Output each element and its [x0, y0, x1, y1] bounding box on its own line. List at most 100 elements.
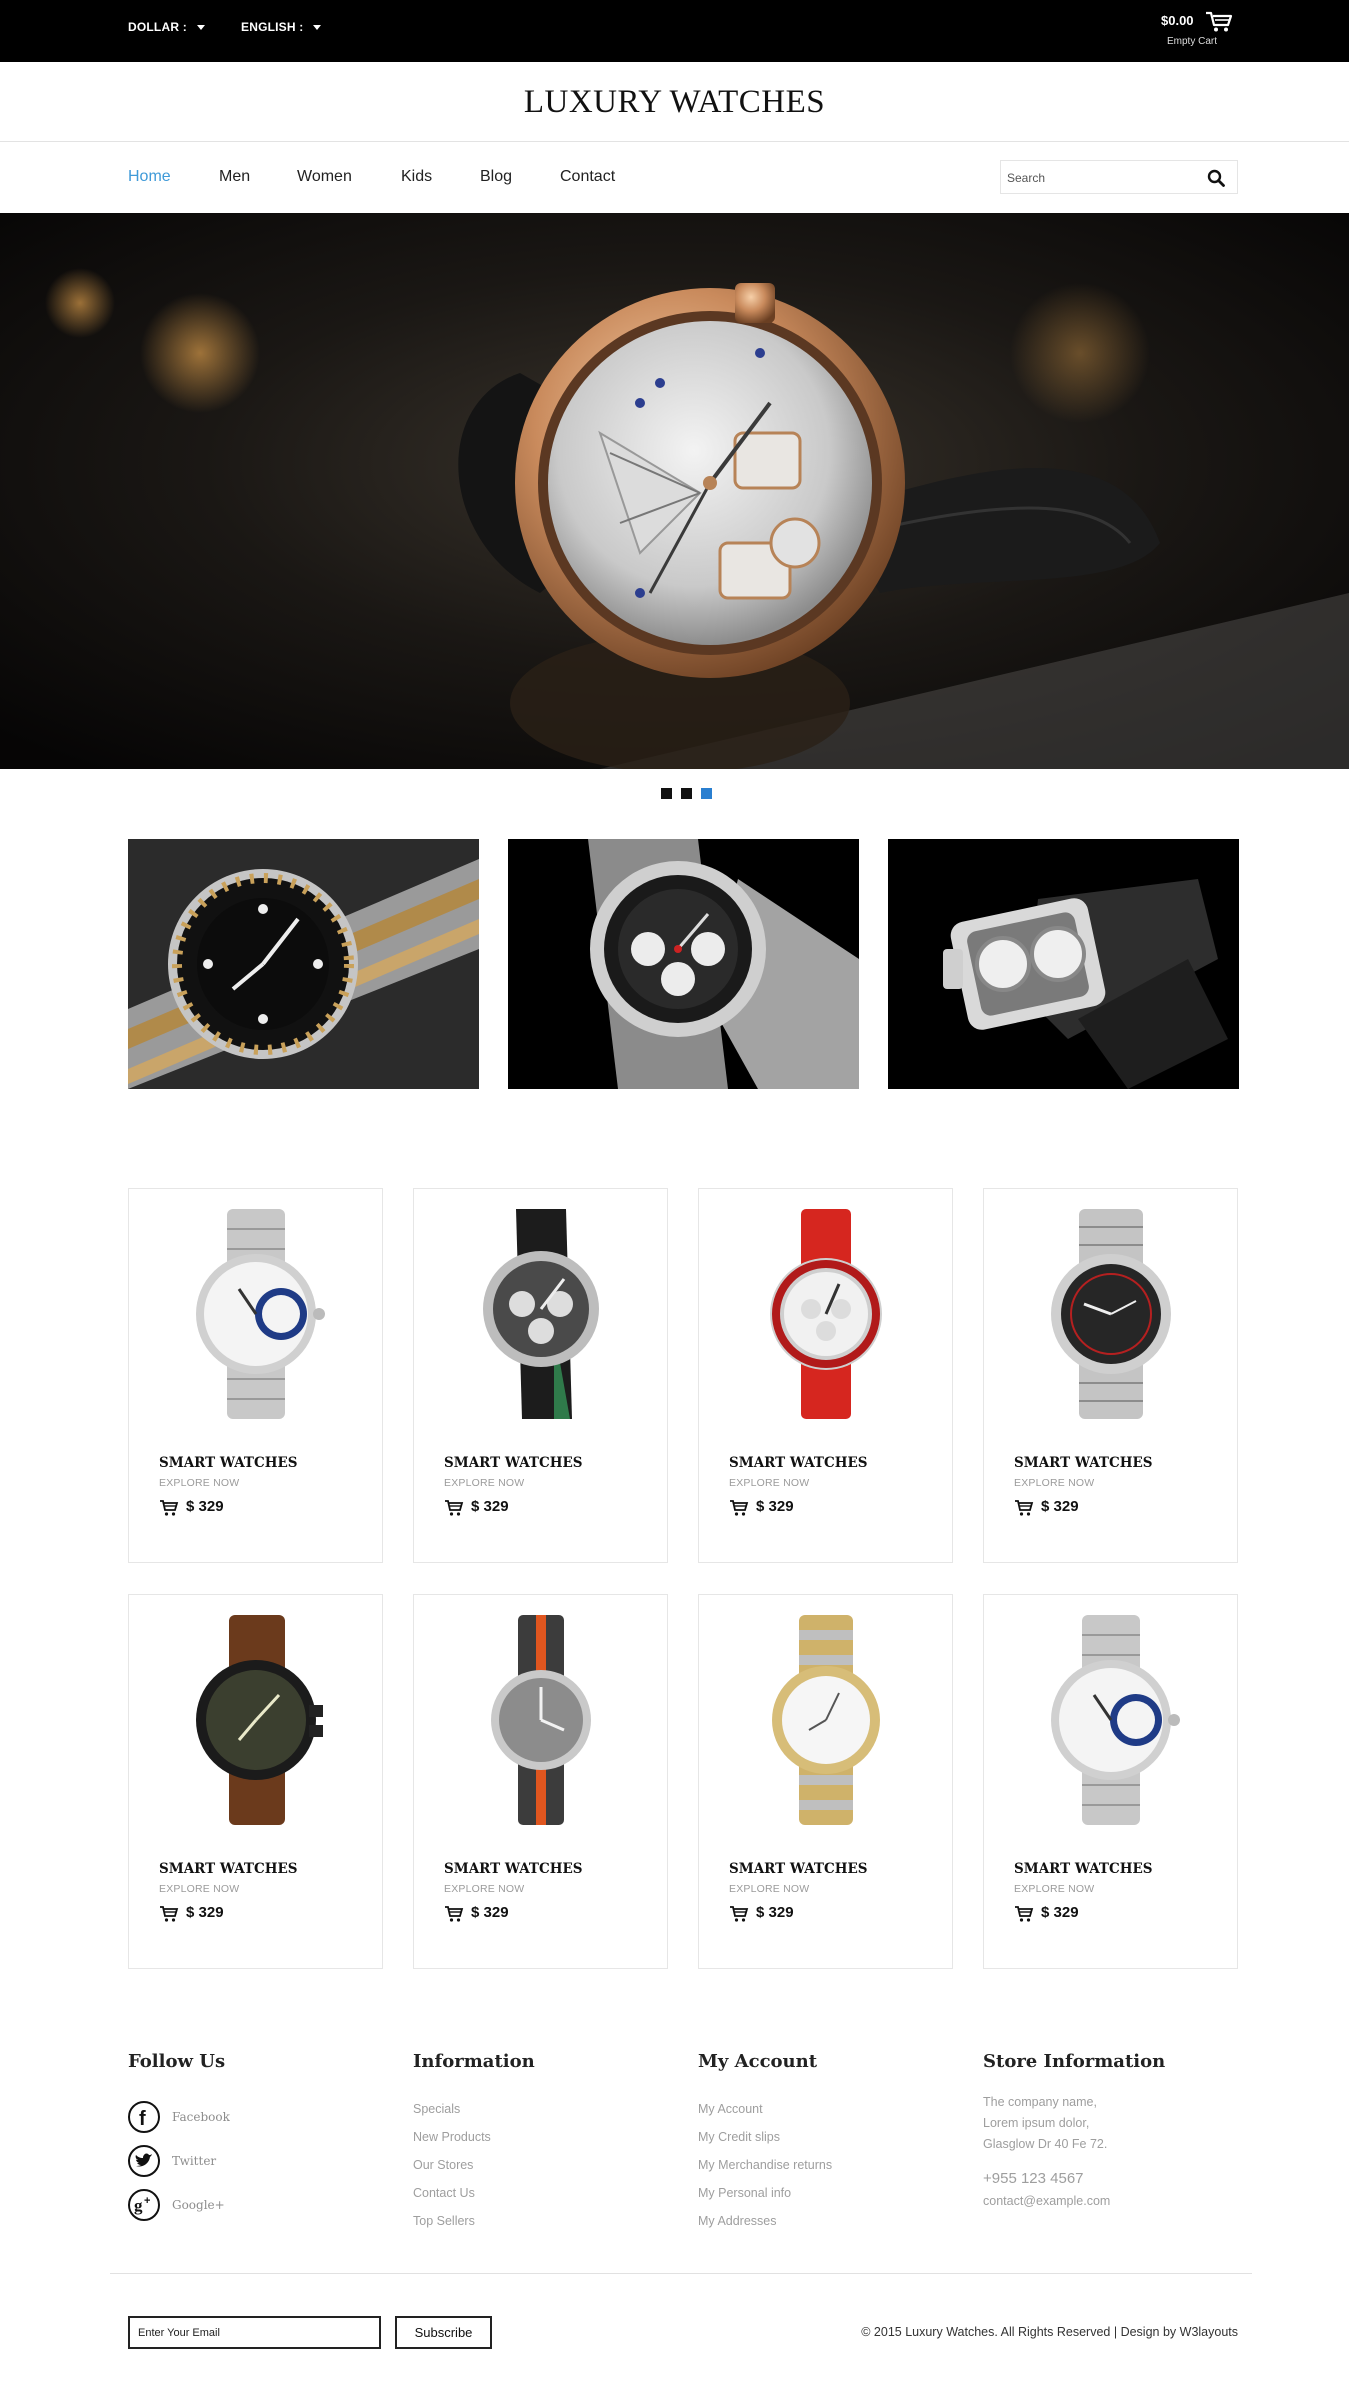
cart-status: Empty Cart [1167, 36, 1218, 47]
footer-store-title: Store Information [983, 2051, 1166, 2072]
explore-now-link[interactable]: EXPLORE NOW [444, 1883, 524, 1895]
product-card[interactable]: SMART WATCHES EXPLORE NOW $ 329 [698, 1188, 953, 1563]
footer-link-new-products[interactable]: New Products [413, 2130, 491, 2144]
footer-link-personal-info[interactable]: My Personal info [698, 2186, 791, 2200]
currency-dropdown[interactable]: DOLLAR : [128, 20, 205, 34]
cart-icon [730, 1500, 749, 1516]
store-address-line: The company name, [983, 2095, 1097, 2109]
svg-text:+: + [144, 2195, 150, 2207]
product-price: $ 329 [756, 1904, 794, 1921]
social-label: Facebook [172, 2110, 230, 2124]
logo-band: LUXURY WATCHES [0, 62, 1349, 142]
banner-watch-image [888, 839, 1239, 1089]
nav-item-men[interactable]: Men [219, 168, 250, 186]
top-bar: DOLLAR : ENGLISH : $0.00 Empty Cart [0, 0, 1349, 62]
explore-now-link[interactable]: EXPLORE NOW [729, 1477, 809, 1489]
product-image [491, 1615, 591, 1825]
search-box [1000, 160, 1238, 194]
explore-now-link[interactable]: EXPLORE NOW [159, 1477, 239, 1489]
nav-item-women[interactable]: Women [297, 168, 352, 186]
product-image [772, 1615, 880, 1825]
product-card[interactable]: SMART WATCHES EXPLORE NOW $ 329 [128, 1594, 383, 1969]
cart-widget[interactable]: $0.00 Empty Cart [1157, 11, 1237, 51]
newsletter-email-input[interactable] [138, 2325, 368, 2341]
cart-icon [1015, 1906, 1034, 1922]
product-image [196, 1209, 325, 1419]
slider-dot[interactable] [661, 788, 672, 799]
product-image [483, 1209, 599, 1419]
product-title: SMART WATCHES [1014, 1455, 1153, 1471]
slider-dots [661, 788, 721, 800]
product-image [196, 1615, 323, 1825]
product-title: SMART WATCHES [729, 1455, 868, 1471]
explore-now-link[interactable]: EXPLORE NOW [159, 1883, 239, 1895]
product-title: SMART WATCHES [729, 1861, 868, 1877]
copyright: © 2015 Luxury Watches. All Rights Reserv… [861, 2325, 1238, 2339]
language-dropdown[interactable]: ENGLISH : [241, 20, 322, 34]
footer-link-my-account[interactable]: My Account [698, 2102, 763, 2116]
promo-banner-3[interactable] [888, 839, 1239, 1089]
product-card[interactable]: SMART WATCHES EXPLORE NOW $ 329 [983, 1188, 1238, 1563]
nav-item-kids[interactable]: Kids [401, 168, 432, 186]
slider-dot[interactable] [681, 788, 692, 799]
footer-link-specials[interactable]: Specials [413, 2102, 460, 2116]
svg-text:f: f [139, 2108, 146, 2130]
product-card[interactable]: SMART WATCHES EXPLORE NOW $ 329 [413, 1188, 668, 1563]
product-title: SMART WATCHES [159, 1861, 298, 1877]
site-logo[interactable]: LUXURY WATCHES [0, 84, 1349, 121]
promo-banner-1[interactable] [128, 839, 479, 1089]
shopping-cart-icon [1206, 11, 1233, 32]
explore-now-link[interactable]: EXPLORE NOW [1014, 1883, 1094, 1895]
explore-now-link[interactable]: EXPLORE NOW [444, 1477, 524, 1489]
product-title: SMART WATCHES [1014, 1861, 1153, 1877]
product-card[interactable]: SMART WATCHES EXPLORE NOW $ 329 [698, 1594, 953, 1969]
product-price: $ 329 [1041, 1498, 1079, 1515]
currency-label: DOLLAR : [128, 20, 187, 34]
product-title: SMART WATCHES [444, 1455, 583, 1471]
product-price: $ 329 [186, 1904, 224, 1921]
footer-link-our-stores[interactable]: Our Stores [413, 2158, 473, 2172]
hero-slider[interactable] [0, 213, 1349, 769]
copyright-text: © 2015 Luxury Watches. All Rights Reserv… [861, 2325, 1177, 2339]
slider-dot-active[interactable] [701, 788, 712, 799]
explore-now-link[interactable]: EXPLORE NOW [729, 1883, 809, 1895]
product-card[interactable]: SMART WATCHES EXPLORE NOW $ 329 [128, 1188, 383, 1563]
nav-item-blog[interactable]: Blog [480, 168, 512, 186]
banner-watch-image [508, 839, 859, 1089]
footer-link-merchandise-returns[interactable]: My Merchandise returns [698, 2158, 832, 2172]
promo-banner-2[interactable] [508, 839, 859, 1089]
product-card[interactable]: SMART WATCHES EXPLORE NOW $ 329 [413, 1594, 668, 1969]
cart-icon [160, 1500, 179, 1516]
product-title: SMART WATCHES [444, 1861, 583, 1877]
language-label: ENGLISH : [241, 20, 304, 34]
newsletter-email-box [128, 2316, 381, 2349]
footer-link-credit-slips[interactable]: My Credit slips [698, 2130, 780, 2144]
designer-link[interactable]: W3layouts [1180, 2325, 1238, 2339]
cart-icon [1015, 1500, 1034, 1516]
footer-link-top-sellers[interactable]: Top Sellers [413, 2214, 475, 2228]
product-image [1051, 1615, 1180, 1825]
footer-information-title: Information [413, 2051, 535, 2072]
search-icon[interactable] [1207, 169, 1225, 187]
cart-icon [445, 1500, 464, 1516]
svg-text:g: g [134, 2196, 143, 2215]
product-card[interactable]: SMART WATCHES EXPLORE NOW $ 329 [983, 1594, 1238, 1969]
nav-item-contact[interactable]: Contact [560, 168, 615, 186]
footer-link-addresses[interactable]: My Addresses [698, 2214, 777, 2228]
search-input[interactable] [1007, 167, 1187, 189]
store-address-line: Lorem ipsum dolor, [983, 2116, 1090, 2130]
product-price: $ 329 [756, 1498, 794, 1515]
store-email-link[interactable]: contact@example.com [983, 2194, 1110, 2208]
product-image [1051, 1209, 1171, 1419]
footer-divider [110, 2273, 1252, 2274]
product-price: $ 329 [1041, 1904, 1079, 1921]
footer-link-contact-us[interactable]: Contact Us [413, 2186, 475, 2200]
cart-amount: $0.00 [1161, 13, 1194, 28]
facebook-icon: f [128, 2101, 160, 2133]
product-image [770, 1209, 882, 1419]
social-label: Google+ [172, 2198, 225, 2212]
nav-item-home[interactable]: Home [128, 168, 171, 186]
explore-now-link[interactable]: EXPLORE NOW [1014, 1477, 1094, 1489]
subscribe-button[interactable]: Subscribe [395, 2316, 492, 2349]
product-title: SMART WATCHES [159, 1455, 298, 1471]
